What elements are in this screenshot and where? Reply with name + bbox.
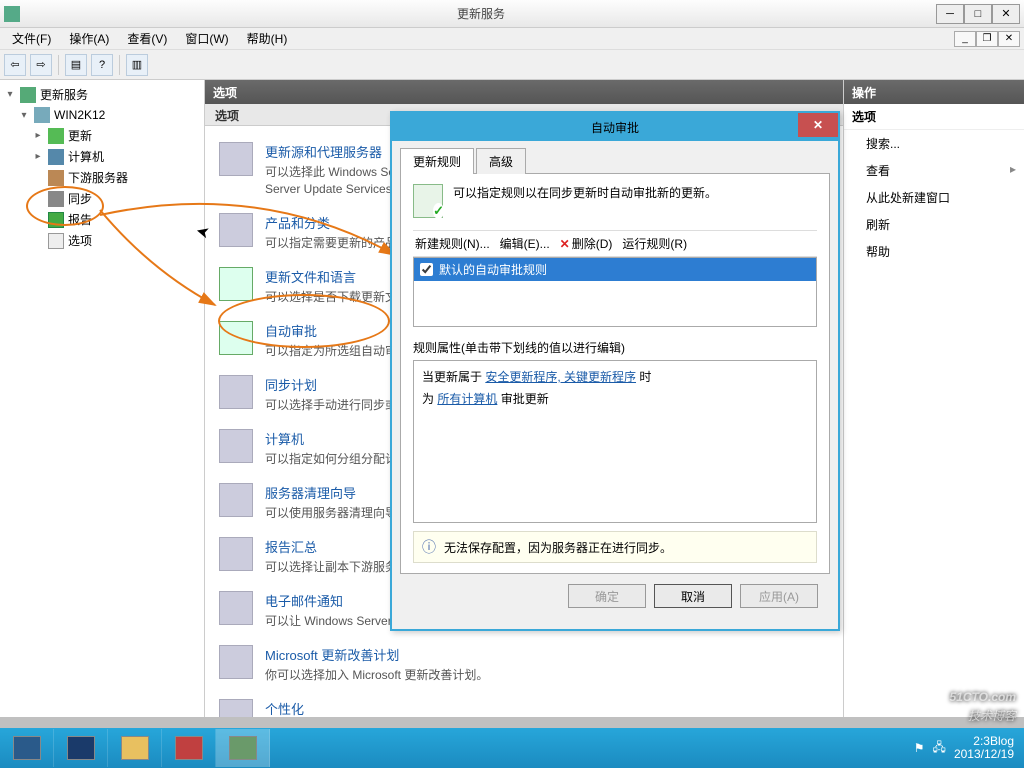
rule-properties: 当更新属于 安全更新程序, 关键更新程序 时 为 所有计算机 审批更新 xyxy=(413,360,817,523)
run-rule-link[interactable]: 运行规则(R) xyxy=(622,235,687,252)
tree-computers[interactable]: ▸计算机 xyxy=(0,146,204,167)
props-label: 规则属性(单击带下划线的值以进行编辑) xyxy=(413,339,817,356)
cancel-button[interactable]: 取消 xyxy=(654,584,732,608)
rule-name: 默认的自动审批规则 xyxy=(439,261,547,278)
action-new-window[interactable]: 从此处新建窗口 xyxy=(844,184,1024,211)
menu-window[interactable]: 窗口(W) xyxy=(177,28,236,49)
action-search[interactable]: 搜索... xyxy=(844,130,1024,157)
edit-rule-link[interactable]: 编辑(E)... xyxy=(500,235,550,252)
menu-file[interactable]: 文件(F) xyxy=(4,28,59,49)
titlebar: 更新服务 ─ □ ✕ xyxy=(0,0,1024,28)
window-title: 更新服务 xyxy=(26,5,936,22)
app-icon xyxy=(4,6,20,22)
delete-rule-link[interactable]: ✕删除(D) xyxy=(560,235,613,252)
actions-header: 操作 xyxy=(844,80,1024,104)
warning-bar: 无法保存配置，因为服务器正在进行同步。 xyxy=(413,531,817,563)
opt-personalization[interactable]: 个性化可以选择如何显示下游服务器汇总数据、在任务列表中显示哪些项以及如何显示验证… xyxy=(219,691,829,717)
help-button[interactable]: ? xyxy=(91,54,113,76)
dialog-tabs: 更新规则 高级 xyxy=(400,147,830,174)
rules-list[interactable]: 默认的自动审批规则 xyxy=(413,257,817,327)
system-tray[interactable]: ⚑ 🖧 2:3Blog 2013/12/19 xyxy=(914,735,1024,761)
action-refresh[interactable]: 刷新 xyxy=(844,211,1024,238)
tray-flag-icon[interactable]: ⚑ xyxy=(914,741,925,755)
apply-button[interactable]: 应用(A) xyxy=(740,584,818,608)
tab-advanced[interactable]: 高级 xyxy=(476,148,526,174)
tree-reports[interactable]: 报告 xyxy=(0,209,204,230)
task-wsus[interactable] xyxy=(216,729,270,767)
tree-root[interactable]: ▾更新服务 xyxy=(0,84,204,105)
rule-checkbox[interactable] xyxy=(420,263,433,276)
minimize-button[interactable]: ─ xyxy=(936,4,964,24)
show-tree-button[interactable]: ▤ xyxy=(65,54,87,76)
task-explorer[interactable] xyxy=(108,729,162,767)
back-button[interactable]: ⇦ xyxy=(4,54,26,76)
task-app[interactable] xyxy=(162,729,216,767)
menu-view[interactable]: 查看(V) xyxy=(119,28,175,49)
menu-help[interactable]: 帮助(H) xyxy=(239,28,296,49)
dialog-title: 自动审批 xyxy=(591,119,639,136)
mdi-close[interactable]: ✕ xyxy=(998,31,1020,47)
forward-button[interactable]: ⇨ xyxy=(30,54,52,76)
tree-pane[interactable]: ▾更新服务 ▾WIN2K12 ▸更新 ▸计算机 下游服务器 同步 报告 选项 xyxy=(0,80,205,717)
toolbar: ⇦ ⇨ ▤ ? ▥ xyxy=(0,50,1024,80)
actions-pane: 操作 选项 搜索... 查看 从此处新建窗口 刷新 帮助 xyxy=(844,80,1024,717)
dialog-close-button[interactable]: ✕ xyxy=(798,113,838,137)
opt-improvement[interactable]: Microsoft 更新改善计划你可以选择加入 Microsoft 更新改善计划… xyxy=(219,637,829,691)
approval-icon xyxy=(413,184,443,218)
tree-updates[interactable]: ▸更新 xyxy=(0,125,204,146)
rules-toolbar: 新建规则(N)... 编辑(E)... ✕删除(D) 运行规则(R) xyxy=(413,230,817,257)
menubar: 文件(F) 操作(A) 查看(V) 窗口(W) 帮助(H) _ ❐ ✕ xyxy=(0,28,1024,50)
tree-downstream[interactable]: 下游服务器 xyxy=(0,167,204,188)
mdi-minimize[interactable]: _ xyxy=(954,31,976,47)
tray-date[interactable]: 2013/12/19 xyxy=(954,748,1014,761)
tray-network-icon[interactable]: 🖧 xyxy=(933,738,946,759)
classification-link[interactable]: 安全更新程序, 关键更新程序 xyxy=(485,370,636,384)
dialog-info: 可以指定规则以在同步更新时自动审批新的更新。 xyxy=(453,184,717,201)
panel-button[interactable]: ▥ xyxy=(126,54,148,76)
warning-text: 无法保存配置，因为服务器正在进行同步。 xyxy=(444,539,672,556)
tree-server[interactable]: ▾WIN2K12 xyxy=(0,105,204,125)
rule-row-default[interactable]: 默认的自动审批规则 xyxy=(414,258,816,281)
target-group-link[interactable]: 所有计算机 xyxy=(437,392,497,406)
action-help[interactable]: 帮助 xyxy=(844,238,1024,265)
menu-action[interactable]: 操作(A) xyxy=(61,28,117,49)
dialog-titlebar[interactable]: 自动审批 ✕ xyxy=(392,113,838,141)
task-powershell[interactable] xyxy=(54,729,108,767)
tab-panel: 可以指定规则以在同步更新时自动审批新的更新。 新建规则(N)... 编辑(E).… xyxy=(400,174,830,574)
ok-button[interactable]: 确定 xyxy=(568,584,646,608)
task-server-manager[interactable] xyxy=(0,729,54,767)
tree-sync[interactable]: 同步 xyxy=(0,188,204,209)
actions-sub: 选项 xyxy=(844,104,1024,130)
auto-approval-dialog: 自动审批 ✕ 更新规则 高级 可以指定规则以在同步更新时自动审批新的更新。 新建… xyxy=(390,111,840,631)
tab-update-rules[interactable]: 更新规则 xyxy=(400,148,474,174)
info-icon xyxy=(422,537,436,557)
maximize-button[interactable]: □ xyxy=(964,4,992,24)
tree-options[interactable]: 选项 xyxy=(0,230,204,251)
pane-header: 选项 xyxy=(205,80,843,104)
taskbar[interactable]: ⚑ 🖧 2:3Blog 2013/12/19 xyxy=(0,728,1024,768)
new-rule-link[interactable]: 新建规则(N)... xyxy=(415,235,490,252)
action-view[interactable]: 查看 xyxy=(844,157,1024,184)
close-button[interactable]: ✕ xyxy=(992,4,1020,24)
mdi-restore[interactable]: ❐ xyxy=(976,31,998,47)
